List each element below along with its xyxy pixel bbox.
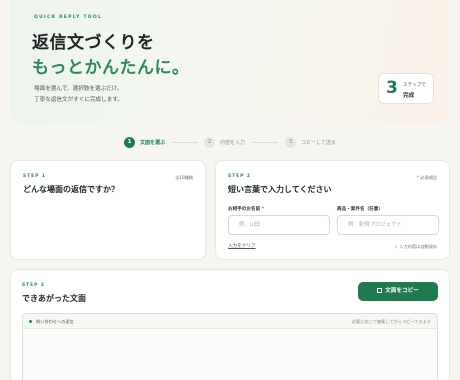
step1-card: STEP 1 どんな場面の返信ですか？ 全10種類 [10,160,206,260]
autosave-note: ✓ 入力内容は自動保存 [394,244,437,250]
output-scene-label: 問い合わせへの返信 [29,319,74,325]
hero-title-line2: もっとかんたんに。 [32,58,190,78]
stepper-step-1-label[interactable]: 文面を選ぶ [140,139,165,146]
autosave-text: 入力内容は自動保存 [399,244,437,249]
step1-title: どんな場面の返信ですか？ [23,185,119,194]
steps-count-complete: 完成 [403,93,415,99]
copy-icon [377,287,383,293]
required-mark: * [261,207,265,212]
step1-count: 全10種類 [175,175,193,180]
stepper-step-1-number[interactable]: 1 [124,137,135,148]
hero-eyebrow: QUICK REPLY TOOL [34,15,103,20]
step2-card: STEP 2 短い言葉で入力してください * 必須項目 お相手のお名前 * 例：… [215,160,450,260]
copy-button-label: 文面をコピー [385,288,419,294]
stepper-divider [252,142,278,143]
step1-label: STEP 1 [23,174,46,179]
steps-count-number: 3 [386,78,398,98]
name-field-label-text: お相手のお名前 [228,207,261,212]
hero-banner: QUICK REPLY TOOL 返信文づくりを もっとかんたんに。 場面を選ん… [10,0,450,124]
required-note: * 必須項目 [416,175,437,180]
hero-subtitle-line2: 丁寧な返信文がすぐに完成します。 [34,97,123,103]
copy-text-button[interactable]: 文面をコピー [358,282,438,301]
steps-count-caption: ステップで [403,83,426,88]
step3-title: できあがった文面 [22,294,86,303]
stepper-step-2-label[interactable]: 内容を入力 [220,139,245,146]
progress-stepper: 1 文面を選ぶ 2 内容を入力 3 コピーして送る [0,137,460,149]
output-scene-text: 問い合わせへの返信 [36,319,74,324]
hero-title-line1: 返信文づくりを [32,33,155,53]
clear-input-link[interactable]: 入力をクリア [228,243,256,249]
check-icon: ✓ [394,244,398,249]
stepper-step-2-number[interactable]: 2 [204,137,215,148]
step3-label: STEP 3 [22,283,45,288]
status-dot-icon [29,319,32,323]
stepper-step-3-number[interactable]: 3 [285,137,296,148]
output-header: 問い合わせへの返信 必要に応じて編集してからコピーできます [23,314,437,329]
output-text-area[interactable]: 問い合わせへの返信 必要に応じて編集してからコピーできます [22,313,438,380]
stepper-step-3-label[interactable]: コピーして送る [301,139,336,146]
step2-label: STEP 2 [228,174,251,179]
step2-title: 短い言葉で入力してください [228,185,332,194]
project-input[interactable]: 例：新規プロジェクト [337,215,439,235]
steps-count-card: 3 ステップで 完成 [378,73,434,104]
output-hint: 必要に応じて編集してからコピーできます [351,319,431,324]
hero-subtitle-line1: 場面を選んで、選択肢を選ぶだけ。 [34,86,123,92]
name-input[interactable]: 例：山田 [228,215,330,235]
name-field-label: お相手のお名前 * [228,206,264,212]
project-field-label: 商品・案件名（任意） [337,207,383,212]
stepper-divider [172,142,198,143]
